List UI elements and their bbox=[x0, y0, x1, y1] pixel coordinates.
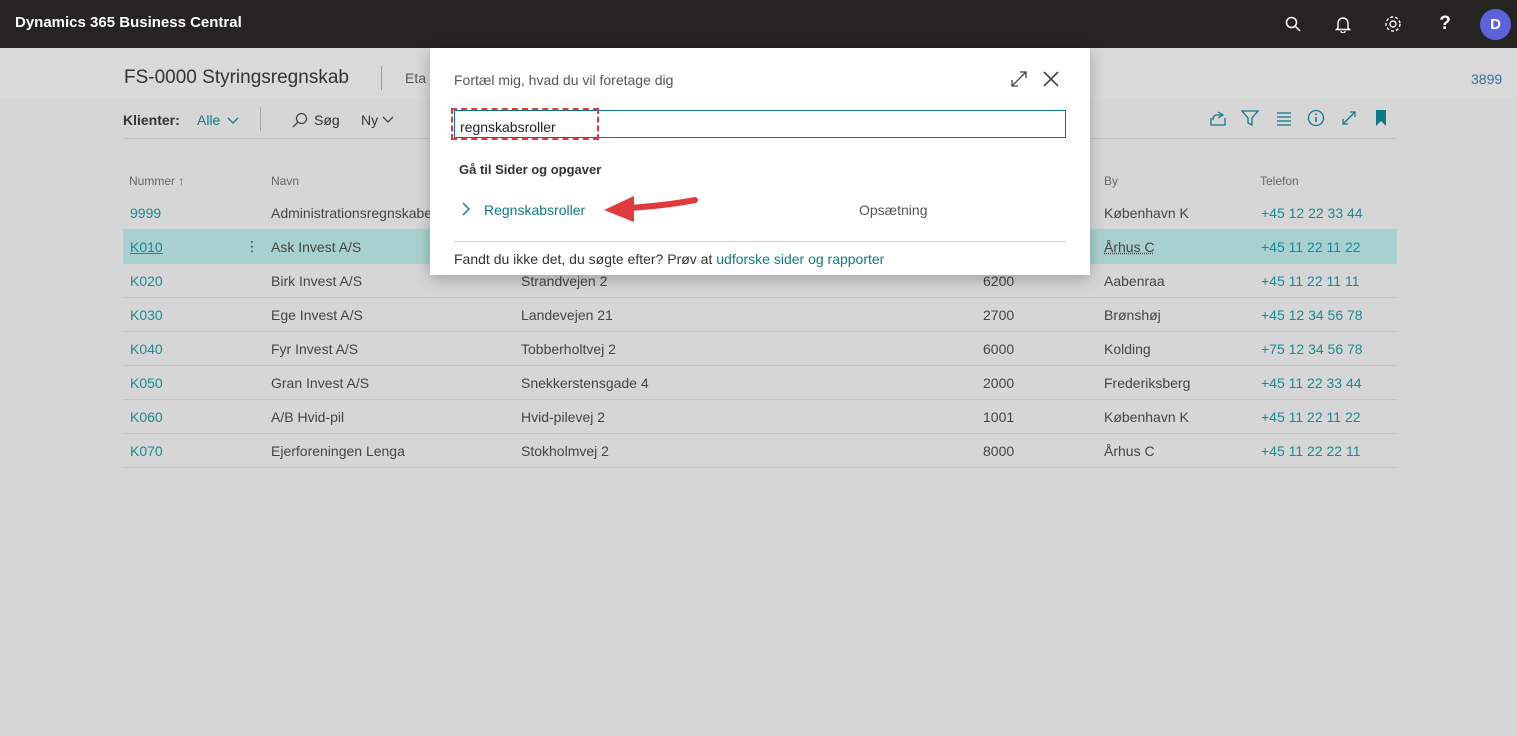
cell-nummer[interactable]: K020 bbox=[130, 273, 163, 289]
list-view-icon[interactable] bbox=[1274, 108, 1294, 128]
cell-nummer[interactable]: K040 bbox=[130, 341, 163, 357]
avatar[interactable]: D bbox=[1480, 9, 1511, 40]
chevron-down-icon bbox=[227, 117, 239, 124]
cell-postnr: 6200 bbox=[983, 273, 1015, 289]
cell-telefon[interactable]: +45 11 22 11 22 bbox=[1261, 239, 1361, 255]
filter-icon[interactable] bbox=[1240, 108, 1260, 128]
cell-nummer[interactable]: K060 bbox=[130, 409, 163, 425]
cell-adresse: Tobberholtvej 2 bbox=[521, 341, 616, 357]
column-header-by[interactable]: By bbox=[1104, 174, 1118, 188]
section-heading: Gå til Sider og opgaver bbox=[459, 162, 602, 177]
search-icon bbox=[292, 112, 308, 128]
cell-telefon[interactable]: +45 12 22 33 44 bbox=[1261, 205, 1363, 221]
gear-icon[interactable] bbox=[1381, 12, 1405, 36]
help-icon[interactable]: ? bbox=[1433, 12, 1457, 36]
cell-telefon[interactable]: +75 12 34 56 78 bbox=[1261, 341, 1363, 357]
cell-adresse: Landevejen 21 bbox=[521, 307, 613, 323]
dialog-title: Fortæl mig, hvad du vil foretage dig bbox=[454, 72, 674, 88]
cell-postnr: 8000 bbox=[983, 443, 1015, 459]
dialog-footer: Fandt du ikke det, du søgte efter? Prøv … bbox=[454, 251, 884, 267]
cell-by: Frederiksberg bbox=[1104, 375, 1191, 391]
table-row[interactable]: K030 Ege Invest A/S Landevejen 21 2700 B… bbox=[123, 298, 1397, 332]
cell-postnr: 6000 bbox=[983, 341, 1015, 357]
result-category: Opsætning bbox=[859, 202, 928, 218]
cell-telefon[interactable]: +45 11 22 11 22 bbox=[1261, 409, 1361, 425]
more-options-icon[interactable]: ⋮ bbox=[245, 238, 259, 255]
clients-filter-label: Klienter: bbox=[123, 112, 180, 128]
share-icon[interactable] bbox=[1208, 108, 1228, 128]
clients-filter-dropdown[interactable]: Alle bbox=[197, 112, 239, 128]
search-icon[interactable] bbox=[1281, 12, 1305, 36]
cell-navn: Fyr Invest A/S bbox=[271, 341, 359, 357]
title-divider bbox=[381, 66, 382, 90]
cell-nummer[interactable]: 9999 bbox=[130, 205, 161, 221]
bookmark-icon[interactable] bbox=[1371, 108, 1391, 128]
expand-icon[interactable] bbox=[1010, 70, 1028, 88]
cell-navn: Ask Invest A/S bbox=[271, 239, 362, 255]
cell-by: København K bbox=[1104, 205, 1189, 221]
page-title: FS-0000 Styringsregnskab bbox=[124, 67, 349, 88]
tell-me-search-input[interactable] bbox=[454, 110, 1066, 138]
cell-navn: A/B Hvid-pil bbox=[271, 409, 345, 425]
cell-telefon[interactable]: +45 12 34 56 78 bbox=[1261, 307, 1363, 323]
chevron-right-icon bbox=[462, 202, 470, 216]
search-result-item[interactable]: Regnskabsroller Opsætning bbox=[454, 196, 1066, 226]
expand-icon[interactable] bbox=[1339, 108, 1359, 128]
table-row[interactable]: K060 A/B Hvid-pil Hvid-pilevej 2 1001 Kø… bbox=[123, 400, 1397, 434]
cell-telefon[interactable]: +45 11 22 11 11 bbox=[1261, 273, 1359, 289]
cell-by: Brønshøj bbox=[1104, 307, 1161, 323]
clients-filter-value: Alle bbox=[197, 112, 221, 128]
top-bar: Dynamics 365 Business Central ? D bbox=[0, 0, 1517, 48]
result-label[interactable]: Regnskabsroller bbox=[484, 202, 585, 218]
column-header-telefon[interactable]: Telefon bbox=[1260, 174, 1299, 188]
cell-telefon[interactable]: +45 11 22 22 11 bbox=[1261, 443, 1361, 459]
cell-by: Aabenraa bbox=[1104, 273, 1165, 289]
cell-by: København K bbox=[1104, 409, 1189, 425]
red-arrow-icon bbox=[604, 196, 698, 222]
cell-postnr: 2000 bbox=[983, 375, 1015, 391]
cell-navn: Gran Invest A/S bbox=[271, 375, 370, 391]
tell-me-dialog: Fortæl mig, hvad du vil foretage dig Gå … bbox=[430, 48, 1090, 275]
cell-by: Århus C bbox=[1104, 239, 1155, 255]
page-title-fragment: Eta bbox=[405, 70, 427, 86]
cell-adresse: Strandvejen 2 bbox=[521, 273, 608, 289]
explore-pages-link[interactable]: udforske sider og rapporter bbox=[716, 251, 884, 267]
cell-navn: Ege Invest A/S bbox=[271, 307, 363, 323]
cell-adresse: Snekkerstensgade 4 bbox=[521, 375, 649, 391]
cell-navn: Administrationsregnskabet bbox=[271, 205, 436, 221]
cell-adresse: Hvid-pilevej 2 bbox=[521, 409, 606, 425]
cell-nummer[interactable]: K030 bbox=[130, 307, 163, 323]
chevron-down-icon bbox=[382, 116, 394, 123]
cell-navn: Birk Invest A/S bbox=[271, 273, 363, 289]
cell-nummer[interactable]: K070 bbox=[130, 443, 163, 459]
footer-text: Fandt du ikke det, du søgte efter? Prøv … bbox=[454, 251, 717, 267]
cell-postnr: 1001 bbox=[983, 409, 1015, 425]
page-right-number[interactable]: 3899 bbox=[1471, 71, 1502, 87]
search-label: Søg bbox=[314, 112, 340, 128]
cell-nummer[interactable]: K050 bbox=[130, 375, 163, 391]
cell-nummer[interactable]: K010 bbox=[130, 239, 163, 255]
cell-by: Kolding bbox=[1104, 341, 1151, 357]
cell-telefon[interactable]: +45 11 22 33 44 bbox=[1261, 375, 1362, 391]
cell-postnr: 2700 bbox=[983, 307, 1015, 323]
new-button[interactable]: Ny bbox=[361, 112, 394, 128]
cell-adresse: Stokholmvej 2 bbox=[521, 443, 609, 459]
close-icon[interactable] bbox=[1042, 70, 1060, 88]
table-row[interactable]: K050 Gran Invest A/S Snekkerstensgade 4 … bbox=[123, 366, 1397, 400]
info-icon[interactable] bbox=[1306, 108, 1326, 128]
app-title[interactable]: Dynamics 365 Business Central bbox=[15, 14, 242, 31]
cell-by: Århus C bbox=[1104, 443, 1155, 459]
dialog-divider bbox=[454, 241, 1066, 242]
table-row[interactable]: K070 Ejerforeningen Lenga Stokholmvej 2 … bbox=[123, 434, 1397, 468]
search-button[interactable]: Søg bbox=[292, 112, 340, 128]
column-header-nummer[interactable]: Nummer ↑ bbox=[129, 174, 184, 188]
new-label: Ny bbox=[361, 112, 379, 128]
column-header-navn[interactable]: Navn bbox=[271, 174, 299, 188]
cell-navn: Ejerforeningen Lenga bbox=[271, 443, 405, 459]
table-row[interactable]: K040 Fyr Invest A/S Tobberholtvej 2 6000… bbox=[123, 332, 1397, 366]
bell-icon[interactable] bbox=[1331, 12, 1355, 36]
toolbar-divider bbox=[260, 107, 261, 131]
